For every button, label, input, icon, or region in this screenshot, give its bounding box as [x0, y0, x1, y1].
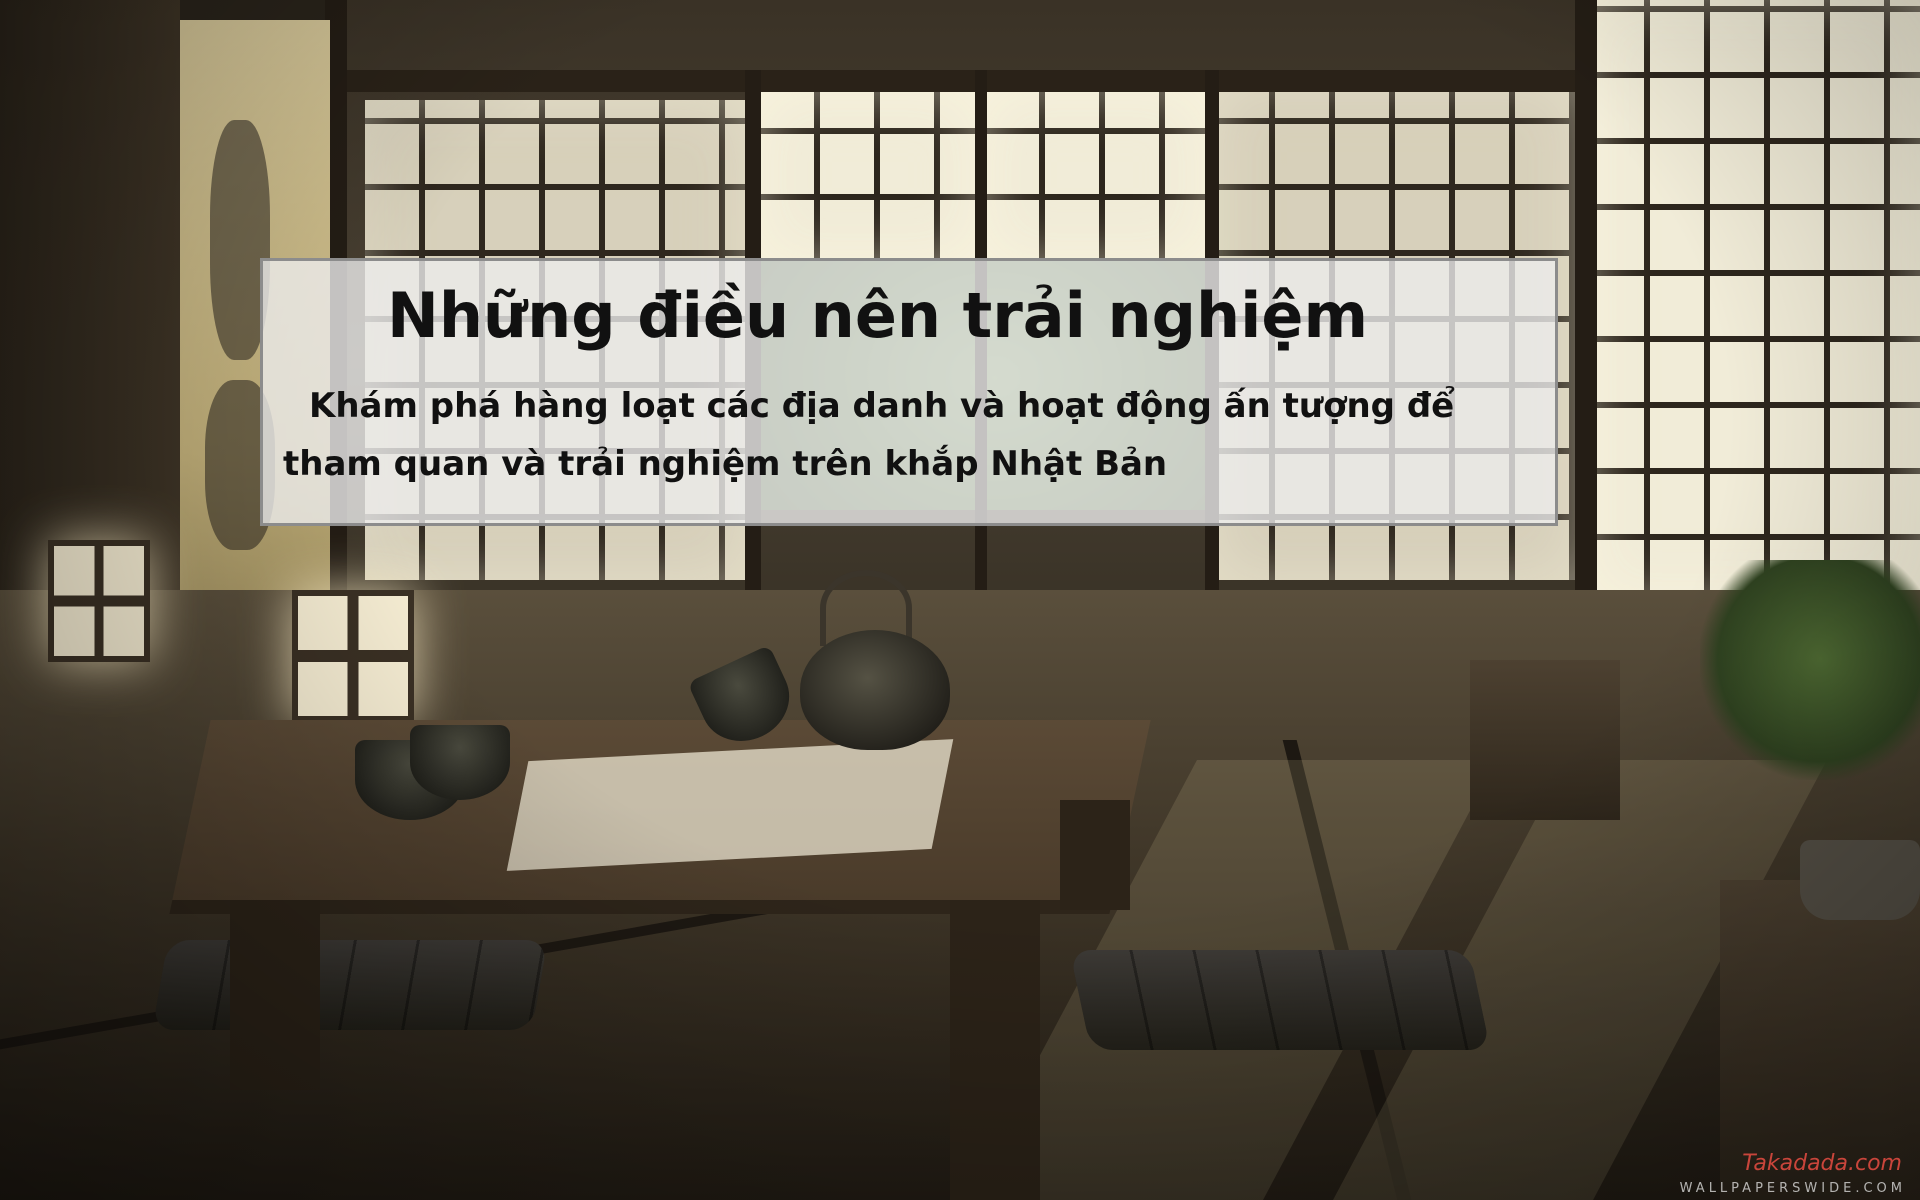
wallpaper-watermark: WALLPAPERSWIDE.COM	[1679, 1181, 1906, 1196]
overlay-description: Khám phá hàng loạt các địa danh và hoạt …	[283, 386, 1455, 484]
site-watermark: Takadada.com	[1742, 1151, 1902, 1176]
info-overlay-box: Những điều nên trải nghiệm Khám phá hàng…	[260, 258, 1558, 526]
japanese-tea-room-photo	[0, 0, 1920, 1200]
overlay-title: Những điều nên trải nghiệm	[387, 279, 1369, 352]
vignette	[0, 0, 1920, 1200]
